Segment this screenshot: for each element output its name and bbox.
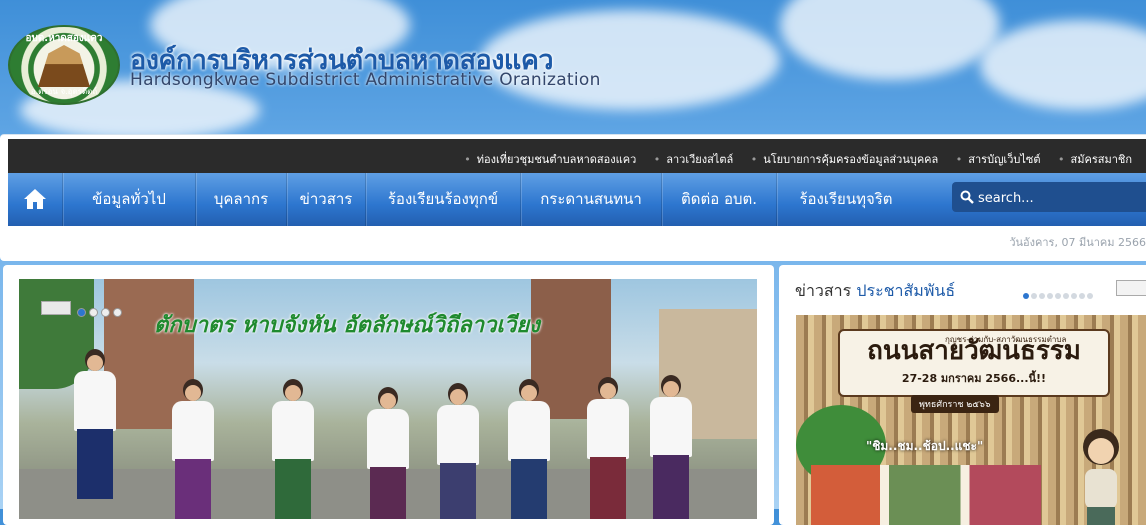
slider-dot[interactable] [113, 308, 122, 317]
nav-personnel[interactable]: บุคลากร [196, 173, 287, 226]
nav-corruption-report[interactable]: ร้องเรียนทุจริต [777, 173, 915, 226]
search-input[interactable] [976, 186, 1146, 210]
nav-news[interactable]: ข่าวสาร [287, 173, 366, 226]
poster-year: พุทธศักราช ๒๕๖๖ [911, 395, 999, 413]
slider-dot[interactable] [89, 308, 98, 317]
home-icon [24, 189, 46, 209]
news-dot[interactable] [1039, 293, 1045, 299]
poster-banner: กุญชร-ร่วมกับ-สภาวัฒนธรรมตำบล ถนนสายวัฒน… [838, 329, 1110, 397]
news-dot[interactable] [1079, 293, 1085, 299]
slide-person [169, 379, 215, 519]
poster-date: 27-28 มกราคม 2566...นี้!! [901, 372, 1047, 385]
nav-webboard[interactable]: กระดานสนทนา [521, 173, 662, 226]
slide-person [584, 377, 630, 519]
slide-caption: ตักบาตร หาบจังหัน อัตลักษณ์วิถีลาวเวียง [154, 313, 540, 338]
news-poster-image[interactable]: กุญชร-ร่วมกับ-สภาวัฒนธรรมตำบล ถนนสายวัฒน… [796, 315, 1146, 525]
news-dot[interactable] [1031, 293, 1037, 299]
slide-person [269, 379, 315, 519]
site-header: อบต.หาดสองแคว อ.ตรอน จ.อุตรดิตถ์ องค์การ… [0, 0, 1146, 134]
poster-tagline: "ชิม..ชม..ช้อป..แชะ" [866, 439, 984, 453]
slider-dot[interactable] [101, 308, 110, 317]
news-dot[interactable] [1071, 293, 1077, 299]
toplink-sitemap[interactable]: สารบัญเว็บไซต์ [956, 150, 1040, 168]
poster-photo-strip [811, 465, 1041, 525]
news-dots [1023, 284, 1095, 303]
news-heading: ข่าวสาร ประชาสัมพันธ์ [795, 279, 955, 304]
toplink-laoviang-style[interactable]: ลาวเวียงสไตล์ [654, 150, 733, 168]
news-heading-accent: ประชาสัมพันธ์ [856, 281, 956, 300]
slider-panel: ตักบาตร หาบจังหัน อัตลักษณ์วิถีลาวเวียง [3, 265, 774, 525]
poster-top-text: กุญชร-ร่วมกับ-สภาวัฒนธรรมตำบล [945, 335, 1067, 344]
news-dot[interactable] [1055, 293, 1061, 299]
news-dot[interactable] [1023, 293, 1029, 299]
slide-image[interactable]: ตักบาตร หาบจังหัน อัตลักษณ์วิถีลาวเวียง [19, 279, 757, 519]
search-icon[interactable] [960, 190, 974, 204]
toplink-register[interactable]: สมัครสมาชิก [1058, 150, 1133, 168]
slider-dot[interactable] [77, 308, 86, 317]
cartoon-girl-illustration [1083, 429, 1119, 525]
news-dot[interactable] [1063, 293, 1069, 299]
logo-text-top: อบต.หาดสองแคว [25, 33, 103, 44]
site-subtitle: Hardsongkwae Subdistrict Administrative … [130, 70, 601, 90]
main-navigation: ข้อมูลทั่วไป บุคลากร ข่าวสาร ร้องเรียนร้… [8, 173, 1146, 226]
nav-home[interactable] [8, 173, 63, 226]
slide-person [434, 383, 480, 519]
site-logo[interactable]: อบต.หาดสองแคว อ.ตรอน จ.อุตรดิตถ์ [8, 25, 120, 105]
news-dot[interactable] [1047, 293, 1053, 299]
toplink-tourism[interactable]: ท่องเที่ยวชุมชนตำบลหาดสองแคว [464, 150, 637, 168]
slide-person [364, 387, 410, 519]
news-dot[interactable] [1087, 293, 1093, 299]
slide-person [505, 379, 551, 519]
news-panel: ข่าวสาร ประชาสัมพันธ์ กุญชร-ร่วมกับ-สภาว… [779, 265, 1146, 525]
slide-person [71, 349, 117, 499]
news-heading-main: ข่าวสาร [795, 281, 852, 300]
search-box [952, 182, 1146, 212]
nav-general-info[interactable]: ข้อมูลทั่วไป [63, 173, 196, 226]
logo-text-bottom: อ.ตรอน จ.อุตรดิตถ์ [30, 87, 98, 96]
navigation-panel: ท่องเที่ยวชุมชนตำบลหาดสองแคว ลาวเวียงสไต… [0, 134, 1146, 261]
slide-person [647, 375, 693, 519]
slider-prev-next-arrows[interactable] [41, 301, 71, 315]
top-link-bar: ท่องเที่ยวชุมชนตำบลหาดสองแคว ลาวเวียงสไต… [8, 139, 1146, 173]
current-date: วันอังคาร, 07 มีนาคม 2566 [1009, 236, 1146, 249]
slider-dots [77, 302, 125, 321]
nav-complaints[interactable]: ร้องเรียนร้องทุกข์ [366, 173, 521, 226]
toplink-privacy-policy[interactable]: นโยบายการคุ้มครองข้อมูลส่วนบุคคล [751, 150, 938, 168]
nav-contact[interactable]: ติดต่อ อบต. [662, 173, 777, 226]
news-prev-next-arrows[interactable] [1116, 280, 1146, 296]
